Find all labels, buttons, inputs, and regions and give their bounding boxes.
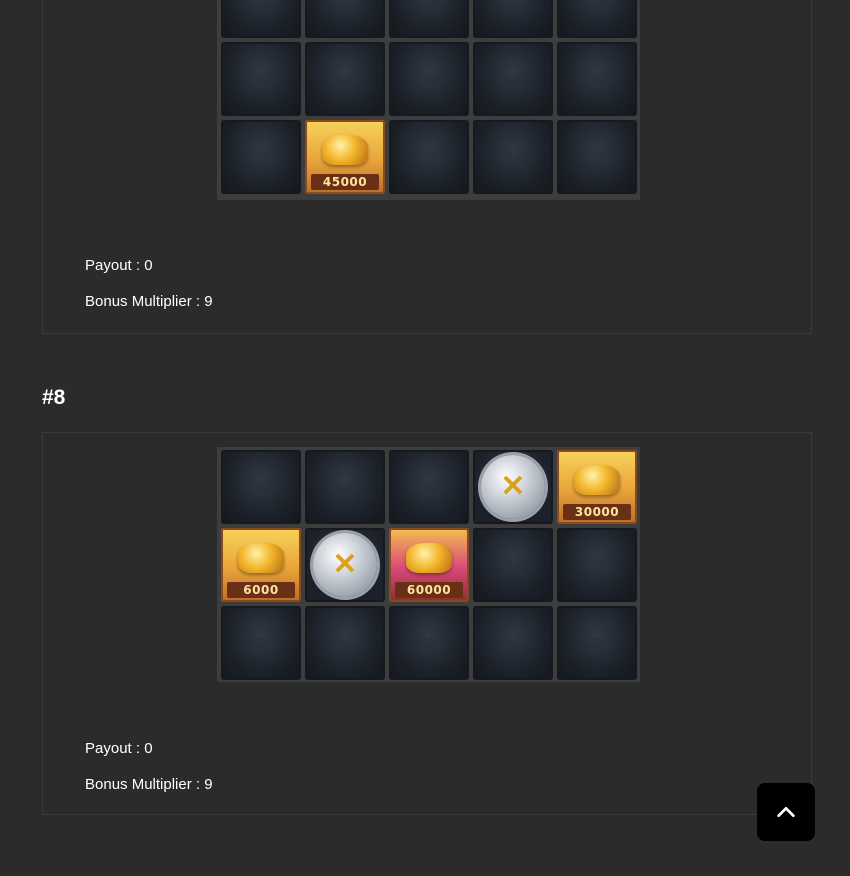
skull-flag-icon: ☠ (413, 468, 445, 506)
empty-tile: ☠ (389, 42, 469, 116)
skull-flag-icon: ☠ (329, 0, 361, 20)
skull-flag-icon: ☠ (497, 546, 529, 584)
reel-grid: ☠ ☠ ☠ ✕ 30000 6000 ✕ 60000 ☠ ☠ ☠ ☠ ☠ ☠ ☠ (217, 447, 640, 682)
gold-treasure-icon (574, 464, 620, 495)
skull-flag-icon: ☠ (245, 468, 277, 506)
skull-flag-icon: ☠ (581, 138, 613, 176)
skull-flag-icon: ☠ (497, 624, 529, 662)
prize-amount: 6000 (227, 582, 295, 598)
empty-tile: ☠ (305, 606, 385, 680)
gold-treasure-icon (238, 542, 284, 573)
empty-tile: ☠ (473, 120, 553, 194)
skull-flag-icon: ☠ (329, 468, 361, 506)
empty-tile: ☠ (389, 450, 469, 524)
empty-tile: ☠ (557, 528, 637, 602)
coin-tile: ✕ (305, 528, 385, 602)
prize-tile: 60000 (389, 528, 469, 602)
empty-tile: ☠ (473, 528, 553, 602)
empty-tile: ☠ (305, 0, 385, 38)
skull-flag-icon: ☠ (497, 138, 529, 176)
skull-flag-icon: ☠ (581, 0, 613, 20)
bonus-multiplier-text: Bonus Multiplier : 9 (85, 293, 213, 310)
gold-treasure-icon (322, 134, 368, 165)
payout-text: Payout : 0 (85, 257, 153, 274)
bonus-multiplier-text: Bonus Multiplier : 9 (85, 776, 213, 793)
crossed-swords-icon: ✕ (500, 470, 526, 503)
empty-tile: ☠ (221, 606, 301, 680)
reel-grid: ☠ ☠ ☠ ☠ ☠ ☠ ☠ ☠ ☠ ☠ ☠ 45000 ☠ ☠ ☠ (217, 0, 640, 200)
prize-amount: 30000 (563, 504, 631, 520)
empty-tile: ☠ (221, 120, 301, 194)
skull-flag-icon: ☠ (581, 546, 613, 584)
empty-tile: ☠ (389, 120, 469, 194)
crossed-swords-icon: ✕ (332, 548, 358, 581)
skull-flag-icon: ☠ (413, 624, 445, 662)
prize-tile: 30000 (557, 450, 637, 524)
skull-flag-icon: ☠ (497, 60, 529, 98)
empty-tile: ☠ (473, 42, 553, 116)
empty-tile: ☠ (389, 606, 469, 680)
empty-tile: ☠ (305, 42, 385, 116)
skull-flag-icon: ☠ (413, 0, 445, 20)
empty-tile: ☠ (473, 606, 553, 680)
skull-flag-icon: ☠ (581, 60, 613, 98)
payout-text: Payout : 0 (85, 740, 153, 757)
prize-tile: 6000 (221, 528, 301, 602)
prize-tile: 45000 (305, 120, 385, 194)
skull-flag-icon: ☠ (245, 138, 277, 176)
empty-tile: ☠ (557, 120, 637, 194)
prize-amount: 60000 (395, 582, 463, 598)
result-card-7: ☠ ☠ ☠ ☠ ☠ ☠ ☠ ☠ ☠ ☠ ☠ 45000 ☠ ☠ ☠ Payout… (42, 0, 812, 334)
skull-flag-icon: ☠ (329, 624, 361, 662)
skull-flag-icon: ☠ (245, 0, 277, 20)
skull-flag-icon: ☠ (497, 0, 529, 20)
skull-flag-icon: ☠ (245, 60, 277, 98)
skull-flag-icon: ☠ (329, 60, 361, 98)
empty-tile: ☠ (557, 606, 637, 680)
coin-tile: ✕ (473, 450, 553, 524)
result-card-8: ☠ ☠ ☠ ✕ 30000 6000 ✕ 60000 ☠ ☠ ☠ ☠ ☠ ☠ ☠… (42, 432, 812, 815)
prize-amount: 45000 (311, 174, 379, 190)
skull-flag-icon: ☠ (245, 624, 277, 662)
empty-tile: ☠ (473, 0, 553, 38)
chevron-up-icon (777, 806, 795, 818)
empty-tile: ☠ (221, 0, 301, 38)
skull-flag-icon: ☠ (413, 138, 445, 176)
back-to-top-button[interactable] (757, 783, 815, 841)
empty-tile: ☠ (557, 0, 637, 38)
empty-tile: ☠ (557, 42, 637, 116)
entry-heading: #8 (42, 386, 66, 409)
skull-flag-icon: ☠ (581, 624, 613, 662)
empty-tile: ☠ (221, 42, 301, 116)
empty-tile: ☠ (221, 450, 301, 524)
skull-flag-icon: ☠ (413, 60, 445, 98)
gold-treasure-icon (406, 542, 452, 573)
empty-tile: ☠ (305, 450, 385, 524)
empty-tile: ☠ (389, 0, 469, 38)
